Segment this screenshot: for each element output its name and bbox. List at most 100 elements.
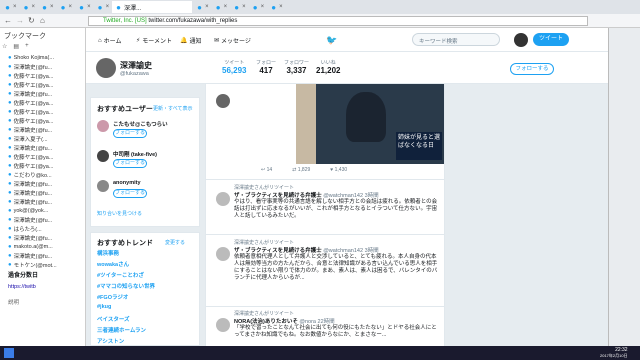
- bookmark-item[interactable]: ● はらたろ(...: [8, 225, 80, 233]
- find-friends-link[interactable]: 知り合いを見つける: [97, 210, 142, 217]
- trend-item[interactable]: ベイスターズ: [97, 315, 130, 323]
- retweet-action[interactable]: ⇄ 1,829: [292, 167, 310, 173]
- trend-item[interactable]: wowakaさん: [97, 260, 129, 268]
- suggestion-name[interactable]: 中司剛 (take-five): [113, 150, 199, 158]
- bookmark-detail-link[interactable]: https://twitb: [8, 284, 36, 290]
- reply-action[interactable]: ↩ 14: [261, 167, 272, 173]
- tab-item[interactable]: ● ×: [20, 1, 38, 13]
- stat-tweets[interactable]: ツイート 56,293: [222, 59, 246, 75]
- tab-item[interactable]: ● ×: [1, 1, 19, 13]
- follow-button[interactable]: フォローする: [510, 63, 554, 75]
- trend-item[interactable]: #FGOラジオ: [97, 293, 128, 301]
- bookmark-item[interactable]: ● 佐藤ヤエ(@ya...: [8, 81, 80, 89]
- bookmark-item[interactable]: ● 佐藤ヤエ(@ya...: [8, 72, 80, 80]
- trend-item[interactable]: #jkug: [97, 304, 111, 310]
- bookmark-item[interactable]: ● 佐藤ヤエ(@ya...: [8, 99, 80, 107]
- bookmark-item[interactable]: ● モトケン(@mot...: [8, 261, 80, 269]
- profile-avatar[interactable]: [96, 58, 116, 78]
- suggestion-name[interactable]: こたもせ@こもつらい: [113, 120, 199, 128]
- trend-item[interactable]: #ツイターことわざ: [97, 271, 144, 279]
- bookmark-item[interactable]: ● 深澤論史(@fu...: [8, 90, 80, 98]
- stat-likes[interactable]: いいね 21,202: [316, 59, 340, 75]
- bookmark-item[interactable]: ● 深澤論史(@fu...: [8, 234, 80, 242]
- reload-icon[interactable]: ↻: [28, 16, 35, 25]
- close-icon[interactable]: ×: [69, 4, 73, 10]
- avatar[interactable]: [216, 318, 230, 332]
- tab-item[interactable]: ● ×: [38, 1, 56, 13]
- avatar[interactable]: [216, 94, 230, 108]
- search-input[interactable]: キーワード検索: [412, 33, 500, 46]
- avatar[interactable]: [97, 120, 109, 132]
- bookmark-item[interactable]: ● yok@(@yok...: [8, 207, 80, 215]
- avatar[interactable]: [97, 180, 109, 192]
- start-icon[interactable]: [4, 348, 14, 358]
- bookmark-item[interactable]: ● 深澤論史(@fu...: [8, 216, 80, 224]
- close-icon[interactable]: ×: [205, 4, 209, 10]
- trend-item[interactable]: #ママコの知らない世界: [97, 282, 155, 290]
- bookmark-item[interactable]: ● 深澤入夏子(...: [8, 135, 80, 143]
- like-action[interactable]: ♥ 1,430: [330, 167, 347, 173]
- bookmark-item[interactable]: ● 佐藤ヤエ(@ya...: [8, 153, 80, 161]
- tab-item[interactable]: ● ×: [249, 1, 267, 13]
- tab-item[interactable]: ● ×: [267, 1, 285, 13]
- bookmark-item[interactable]: ● 佐藤ヤエ(@ya...: [8, 162, 80, 170]
- tab-item[interactable]: ● ×: [212, 1, 230, 13]
- trend-item[interactable]: 三者連続ホームラン: [97, 326, 146, 334]
- trends-change[interactable]: 変更する: [165, 239, 185, 246]
- nav-moments[interactable]: ⚡ モーメント: [136, 36, 172, 45]
- tab-item[interactable]: ● ×: [230, 1, 248, 13]
- bookmark-item[interactable]: ● 深澤論史(@fu...: [8, 126, 80, 134]
- close-icon[interactable]: ×: [87, 4, 91, 10]
- nav-notifications[interactable]: 🔔 通知: [180, 36, 202, 45]
- forward-icon[interactable]: →: [16, 16, 24, 25]
- tweet-button[interactable]: ツイート: [533, 33, 569, 46]
- stat-following[interactable]: フォロー 417: [256, 59, 276, 75]
- bookmark-item[interactable]: ● 深澤論史(@fu...: [8, 180, 80, 188]
- close-icon[interactable]: ×: [224, 4, 228, 10]
- avatar[interactable]: [216, 192, 230, 206]
- close-icon[interactable]: ×: [261, 4, 265, 10]
- follow-button[interactable]: フォローする: [113, 159, 147, 168]
- bookmark-item[interactable]: ● 深澤論史(@fu...: [8, 198, 80, 206]
- follow-button[interactable]: フォローする: [113, 129, 147, 138]
- tab-item[interactable]: ● ×: [57, 1, 75, 13]
- bookmark-item[interactable]: ● 佐藤ヤエ(@ya...: [8, 117, 80, 125]
- bookmark-item[interactable]: ● 深澤論史(@fu...: [8, 63, 80, 71]
- follow-button[interactable]: フォローする: [113, 189, 147, 198]
- tweet-media-image[interactable]: 姉妹が見ると選ばなくなる日: [296, 84, 444, 164]
- close-icon[interactable]: ×: [50, 4, 54, 10]
- bookmark-item[interactable]: ● Shoko Kojima(...: [8, 54, 80, 62]
- tab-item[interactable]: ● ×: [193, 1, 211, 13]
- trend-item[interactable]: アシストン: [97, 337, 124, 345]
- star-icon[interactable]: ☆: [2, 43, 7, 53]
- bookmark-item[interactable]: ● こだわり@ko...: [8, 171, 80, 179]
- bookmark-item[interactable]: ● 佐藤ヤエ(@ya...: [8, 108, 80, 116]
- close-icon[interactable]: ×: [32, 4, 36, 10]
- tab-item[interactable]: ● ×: [75, 1, 93, 13]
- address-bar[interactable]: Twitter, Inc. [US] twitter.com/fukazawa/…: [88, 16, 588, 26]
- bookmark-item[interactable]: ● 深澤論史(@fu...: [8, 144, 80, 152]
- back-icon[interactable]: ←: [4, 16, 12, 25]
- close-icon[interactable]: ×: [279, 4, 283, 10]
- bookmark-item[interactable]: ● 深澤論史(@fu...: [8, 189, 80, 197]
- avatar[interactable]: [216, 247, 230, 261]
- close-icon[interactable]: ×: [242, 4, 246, 10]
- nav-home[interactable]: ⌂ ホーム: [98, 36, 121, 46]
- tab-active[interactable]: ● 深澤...: [112, 1, 193, 13]
- suggestions-refresh[interactable]: 更新・すべて表示: [153, 105, 192, 112]
- close-icon[interactable]: ×: [106, 4, 110, 10]
- bookmark-item[interactable]: ● makoto.a(@m...: [8, 243, 80, 251]
- folder-icon[interactable]: ▤: [13, 43, 19, 53]
- close-icon[interactable]: ×: [13, 4, 17, 10]
- add-icon[interactable]: +: [25, 43, 29, 53]
- home-icon[interactable]: ⌂: [40, 16, 45, 25]
- trend-item[interactable]: 構浜事務: [97, 249, 119, 257]
- tab-item[interactable]: ● ×: [94, 1, 112, 13]
- twitter-logo-icon[interactable]: 🐦: [326, 35, 337, 46]
- avatar[interactable]: [514, 33, 528, 47]
- bookmark-item[interactable]: ● 深澤論史(@fu...: [8, 252, 80, 260]
- nav-messages[interactable]: ✉ メッセージ: [214, 36, 251, 45]
- suggestion-name[interactable]: anonymity: [113, 180, 199, 186]
- avatar[interactable]: [97, 150, 109, 162]
- stat-followers[interactable]: フォロワー 3,337: [284, 59, 309, 75]
